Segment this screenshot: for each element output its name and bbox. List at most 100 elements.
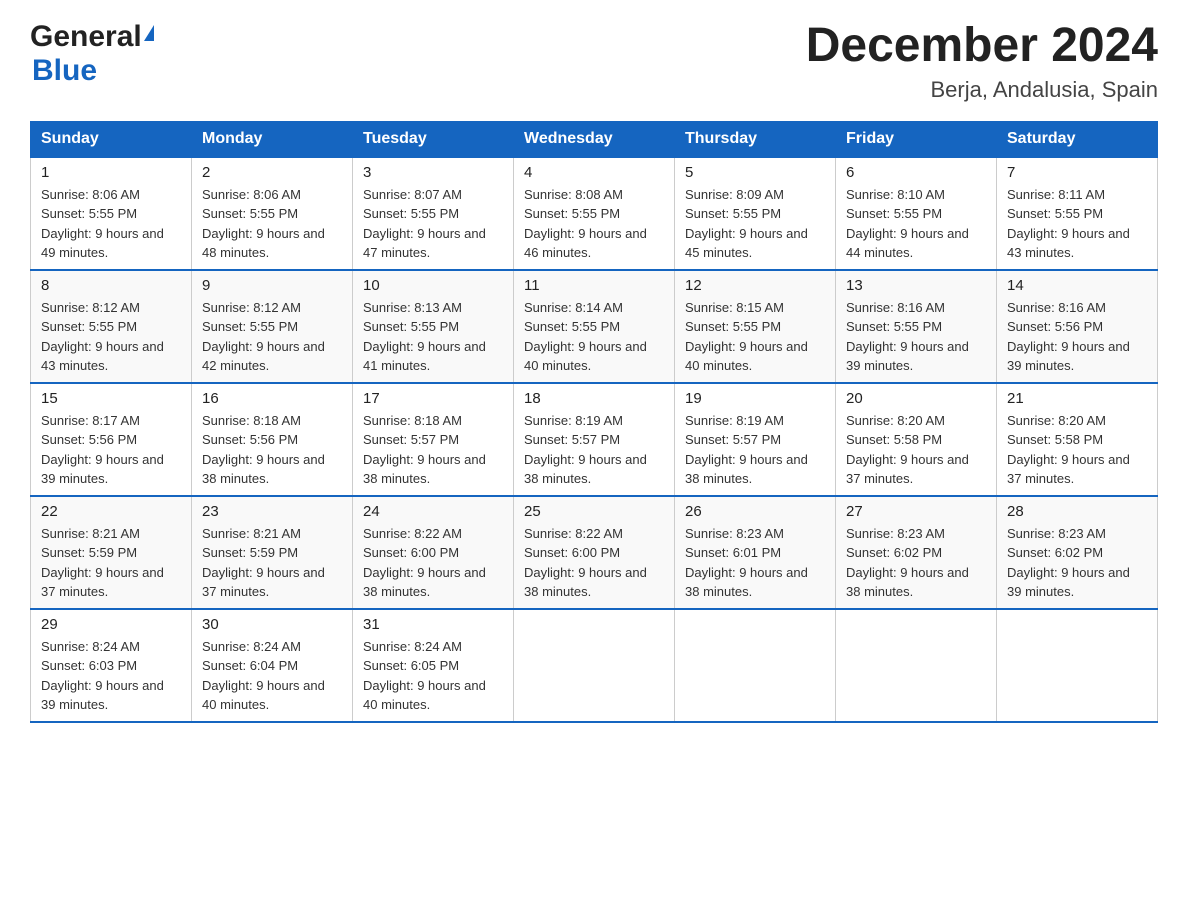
- logo-triangle-icon: [144, 25, 154, 41]
- table-row: 1 Sunrise: 8:06 AM Sunset: 5:55 PM Dayli…: [31, 157, 192, 270]
- day-info: Sunrise: 8:09 AM Sunset: 5:55 PM Dayligh…: [685, 185, 825, 263]
- day-number: 18: [524, 390, 664, 407]
- day-info: Sunrise: 8:11 AM Sunset: 5:55 PM Dayligh…: [1007, 185, 1147, 263]
- day-number: 21: [1007, 390, 1147, 407]
- day-number: 11: [524, 277, 664, 294]
- day-info: Sunrise: 8:06 AM Sunset: 5:55 PM Dayligh…: [202, 185, 342, 263]
- day-number: 1: [41, 164, 181, 181]
- day-info: Sunrise: 8:16 AM Sunset: 5:55 PM Dayligh…: [846, 298, 986, 376]
- day-info: Sunrise: 8:12 AM Sunset: 5:55 PM Dayligh…: [41, 298, 181, 376]
- logo-general-text: General: [30, 20, 142, 54]
- page-title: December 2024: [806, 20, 1158, 73]
- table-row: [836, 609, 997, 722]
- table-row: 5 Sunrise: 8:09 AM Sunset: 5:55 PM Dayli…: [675, 157, 836, 270]
- calendar-week-row: 1 Sunrise: 8:06 AM Sunset: 5:55 PM Dayli…: [31, 157, 1158, 270]
- table-row: 29 Sunrise: 8:24 AM Sunset: 6:03 PM Dayl…: [31, 609, 192, 722]
- day-number: 7: [1007, 164, 1147, 181]
- header-monday: Monday: [192, 121, 353, 157]
- day-number: 17: [363, 390, 503, 407]
- day-info: Sunrise: 8:06 AM Sunset: 5:55 PM Dayligh…: [41, 185, 181, 263]
- table-row: 15 Sunrise: 8:17 AM Sunset: 5:56 PM Dayl…: [31, 383, 192, 496]
- table-row: 17 Sunrise: 8:18 AM Sunset: 5:57 PM Dayl…: [353, 383, 514, 496]
- logo: General Blue: [30, 20, 154, 88]
- table-row: [514, 609, 675, 722]
- day-number: 27: [846, 503, 986, 520]
- table-row: 26 Sunrise: 8:23 AM Sunset: 6:01 PM Dayl…: [675, 496, 836, 609]
- calendar-week-row: 8 Sunrise: 8:12 AM Sunset: 5:55 PM Dayli…: [31, 270, 1158, 383]
- day-info: Sunrise: 8:12 AM Sunset: 5:55 PM Dayligh…: [202, 298, 342, 376]
- calendar-week-row: 22 Sunrise: 8:21 AM Sunset: 5:59 PM Dayl…: [31, 496, 1158, 609]
- day-info: Sunrise: 8:23 AM Sunset: 6:02 PM Dayligh…: [846, 524, 986, 602]
- table-row: [675, 609, 836, 722]
- day-info: Sunrise: 8:19 AM Sunset: 5:57 PM Dayligh…: [685, 411, 825, 489]
- table-row: 7 Sunrise: 8:11 AM Sunset: 5:55 PM Dayli…: [997, 157, 1158, 270]
- day-number: 4: [524, 164, 664, 181]
- table-row: 3 Sunrise: 8:07 AM Sunset: 5:55 PM Dayli…: [353, 157, 514, 270]
- table-row: 22 Sunrise: 8:21 AM Sunset: 5:59 PM Dayl…: [31, 496, 192, 609]
- day-number: 25: [524, 503, 664, 520]
- day-info: Sunrise: 8:24 AM Sunset: 6:05 PM Dayligh…: [363, 637, 503, 715]
- day-number: 10: [363, 277, 503, 294]
- table-row: 4 Sunrise: 8:08 AM Sunset: 5:55 PM Dayli…: [514, 157, 675, 270]
- day-info: Sunrise: 8:24 AM Sunset: 6:04 PM Dayligh…: [202, 637, 342, 715]
- page-location: Berja, Andalusia, Spain: [806, 77, 1158, 103]
- day-info: Sunrise: 8:22 AM Sunset: 6:00 PM Dayligh…: [363, 524, 503, 602]
- calendar-header-row: Sunday Monday Tuesday Wednesday Thursday…: [31, 121, 1158, 157]
- day-number: 2: [202, 164, 342, 181]
- day-number: 3: [363, 164, 503, 181]
- day-info: Sunrise: 8:23 AM Sunset: 6:01 PM Dayligh…: [685, 524, 825, 602]
- day-number: 24: [363, 503, 503, 520]
- table-row: 27 Sunrise: 8:23 AM Sunset: 6:02 PM Dayl…: [836, 496, 997, 609]
- calendar-week-row: 15 Sunrise: 8:17 AM Sunset: 5:56 PM Dayl…: [31, 383, 1158, 496]
- day-number: 16: [202, 390, 342, 407]
- day-info: Sunrise: 8:20 AM Sunset: 5:58 PM Dayligh…: [1007, 411, 1147, 489]
- day-info: Sunrise: 8:07 AM Sunset: 5:55 PM Dayligh…: [363, 185, 503, 263]
- day-number: 20: [846, 390, 986, 407]
- day-info: Sunrise: 8:13 AM Sunset: 5:55 PM Dayligh…: [363, 298, 503, 376]
- table-row: 25 Sunrise: 8:22 AM Sunset: 6:00 PM Dayl…: [514, 496, 675, 609]
- header-sunday: Sunday: [31, 121, 192, 157]
- day-number: 6: [846, 164, 986, 181]
- table-row: 14 Sunrise: 8:16 AM Sunset: 5:56 PM Dayl…: [997, 270, 1158, 383]
- day-info: Sunrise: 8:10 AM Sunset: 5:55 PM Dayligh…: [846, 185, 986, 263]
- header-thursday: Thursday: [675, 121, 836, 157]
- header-friday: Friday: [836, 121, 997, 157]
- day-number: 28: [1007, 503, 1147, 520]
- day-number: 26: [685, 503, 825, 520]
- day-number: 23: [202, 503, 342, 520]
- table-row: 24 Sunrise: 8:22 AM Sunset: 6:00 PM Dayl…: [353, 496, 514, 609]
- day-number: 19: [685, 390, 825, 407]
- title-block: December 2024 Berja, Andalusia, Spain: [806, 20, 1158, 103]
- day-info: Sunrise: 8:24 AM Sunset: 6:03 PM Dayligh…: [41, 637, 181, 715]
- day-number: 14: [1007, 277, 1147, 294]
- table-row: 30 Sunrise: 8:24 AM Sunset: 6:04 PM Dayl…: [192, 609, 353, 722]
- day-info: Sunrise: 8:14 AM Sunset: 5:55 PM Dayligh…: [524, 298, 664, 376]
- day-info: Sunrise: 8:15 AM Sunset: 5:55 PM Dayligh…: [685, 298, 825, 376]
- day-number: 22: [41, 503, 181, 520]
- day-number: 31: [363, 616, 503, 633]
- day-info: Sunrise: 8:21 AM Sunset: 5:59 PM Dayligh…: [41, 524, 181, 602]
- day-info: Sunrise: 8:17 AM Sunset: 5:56 PM Dayligh…: [41, 411, 181, 489]
- day-info: Sunrise: 8:21 AM Sunset: 5:59 PM Dayligh…: [202, 524, 342, 602]
- day-info: Sunrise: 8:08 AM Sunset: 5:55 PM Dayligh…: [524, 185, 664, 263]
- day-info: Sunrise: 8:18 AM Sunset: 5:56 PM Dayligh…: [202, 411, 342, 489]
- day-info: Sunrise: 8:23 AM Sunset: 6:02 PM Dayligh…: [1007, 524, 1147, 602]
- table-row: 28 Sunrise: 8:23 AM Sunset: 6:02 PM Dayl…: [997, 496, 1158, 609]
- table-row: 20 Sunrise: 8:20 AM Sunset: 5:58 PM Dayl…: [836, 383, 997, 496]
- table-row: 6 Sunrise: 8:10 AM Sunset: 5:55 PM Dayli…: [836, 157, 997, 270]
- day-number: 9: [202, 277, 342, 294]
- table-row: 31 Sunrise: 8:24 AM Sunset: 6:05 PM Dayl…: [353, 609, 514, 722]
- header-tuesday: Tuesday: [353, 121, 514, 157]
- day-info: Sunrise: 8:16 AM Sunset: 5:56 PM Dayligh…: [1007, 298, 1147, 376]
- table-row: 13 Sunrise: 8:16 AM Sunset: 5:55 PM Dayl…: [836, 270, 997, 383]
- header-saturday: Saturday: [997, 121, 1158, 157]
- table-row: 2 Sunrise: 8:06 AM Sunset: 5:55 PM Dayli…: [192, 157, 353, 270]
- table-row: 18 Sunrise: 8:19 AM Sunset: 5:57 PM Dayl…: [514, 383, 675, 496]
- table-row: 11 Sunrise: 8:14 AM Sunset: 5:55 PM Dayl…: [514, 270, 675, 383]
- page-header: General Blue December 2024 Berja, Andalu…: [30, 20, 1158, 103]
- table-row: 12 Sunrise: 8:15 AM Sunset: 5:55 PM Dayl…: [675, 270, 836, 383]
- day-number: 8: [41, 277, 181, 294]
- logo-blue-text: Blue: [32, 54, 97, 87]
- day-number: 5: [685, 164, 825, 181]
- calendar-week-row: 29 Sunrise: 8:24 AM Sunset: 6:03 PM Dayl…: [31, 609, 1158, 722]
